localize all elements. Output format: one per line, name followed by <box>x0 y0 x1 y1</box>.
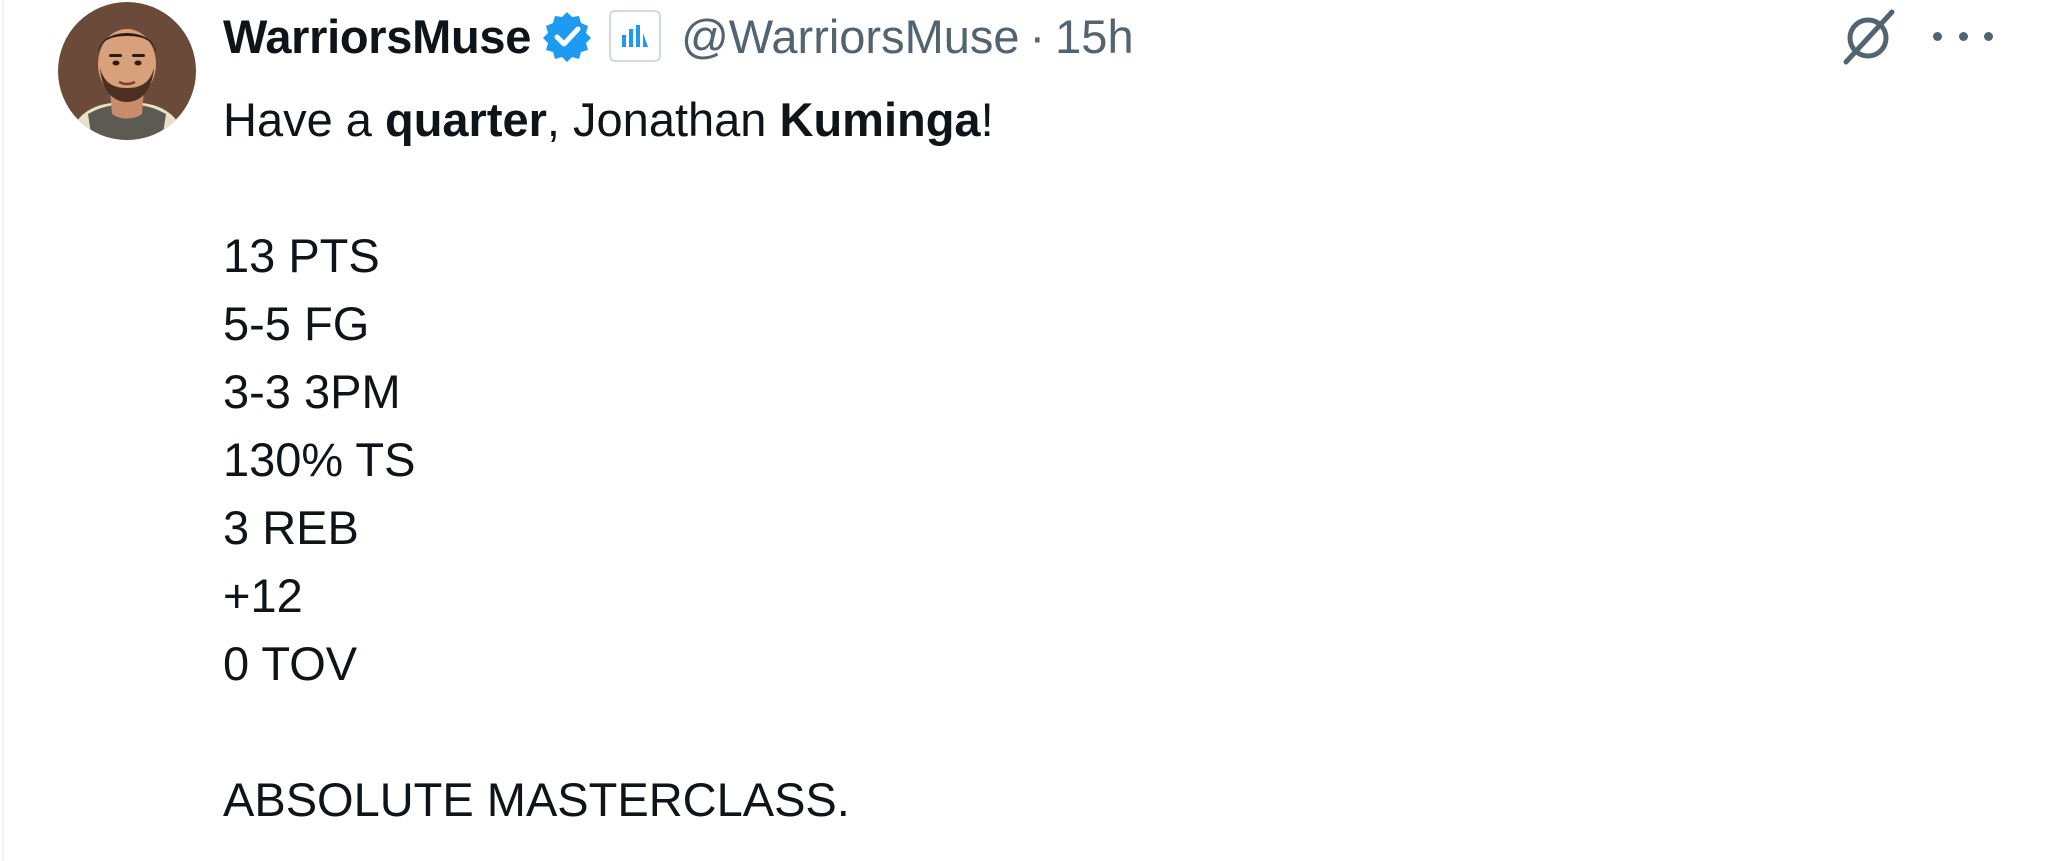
intro-text: Have a <box>223 93 385 146</box>
affiliate-badge-icon[interactable] <box>609 10 662 62</box>
paragraph-break <box>223 154 1923 222</box>
tweet-header: WarriorsMuse @WarriorsMuse · 15h <box>223 4 1134 68</box>
intro-text: ! <box>980 93 994 146</box>
more-options-icon[interactable] <box>1933 14 1993 58</box>
verified-badge-icon[interactable] <box>541 10 593 62</box>
timestamp[interactable]: 15h <box>1055 9 1133 64</box>
intro-bold-text: quarter <box>384 93 547 146</box>
grok-icon[interactable] <box>1836 4 1900 68</box>
display-name[interactable]: WarriorsMuse <box>223 9 531 64</box>
stat-line: +12 <box>223 569 303 622</box>
closing-line: ABSOLUTE MASTERCLASS. <box>223 773 850 826</box>
stat-line: 130% TS <box>223 433 416 486</box>
tweet-intro-line: Have a quarter, Jonathan Kuminga! <box>223 86 1923 154</box>
stat-line: 0 TOV <box>223 637 358 690</box>
timeline-divider <box>2 0 4 861</box>
stat-line: 5-5 FG <box>223 297 370 350</box>
meta-separator: · <box>1029 9 1046 63</box>
more-dot <box>1958 31 1968 41</box>
intro-text: , Jonathan <box>546 93 780 146</box>
stat-line: 3 REB <box>223 501 359 554</box>
stat-line: 3-3 3PM <box>223 365 401 418</box>
stat-line: 13 PTS <box>223 229 380 282</box>
paragraph-break <box>223 698 1923 766</box>
author-handle[interactable]: @WarriorsMuse <box>681 9 1019 64</box>
intro-bold-text: Kuminga <box>779 93 981 146</box>
avatar[interactable] <box>58 2 196 140</box>
more-dot <box>1984 31 1993 41</box>
tweet-text: Have a quarter, Jonathan Kuminga! 13 PTS… <box>223 86 1923 834</box>
more-dot <box>1933 31 1942 41</box>
